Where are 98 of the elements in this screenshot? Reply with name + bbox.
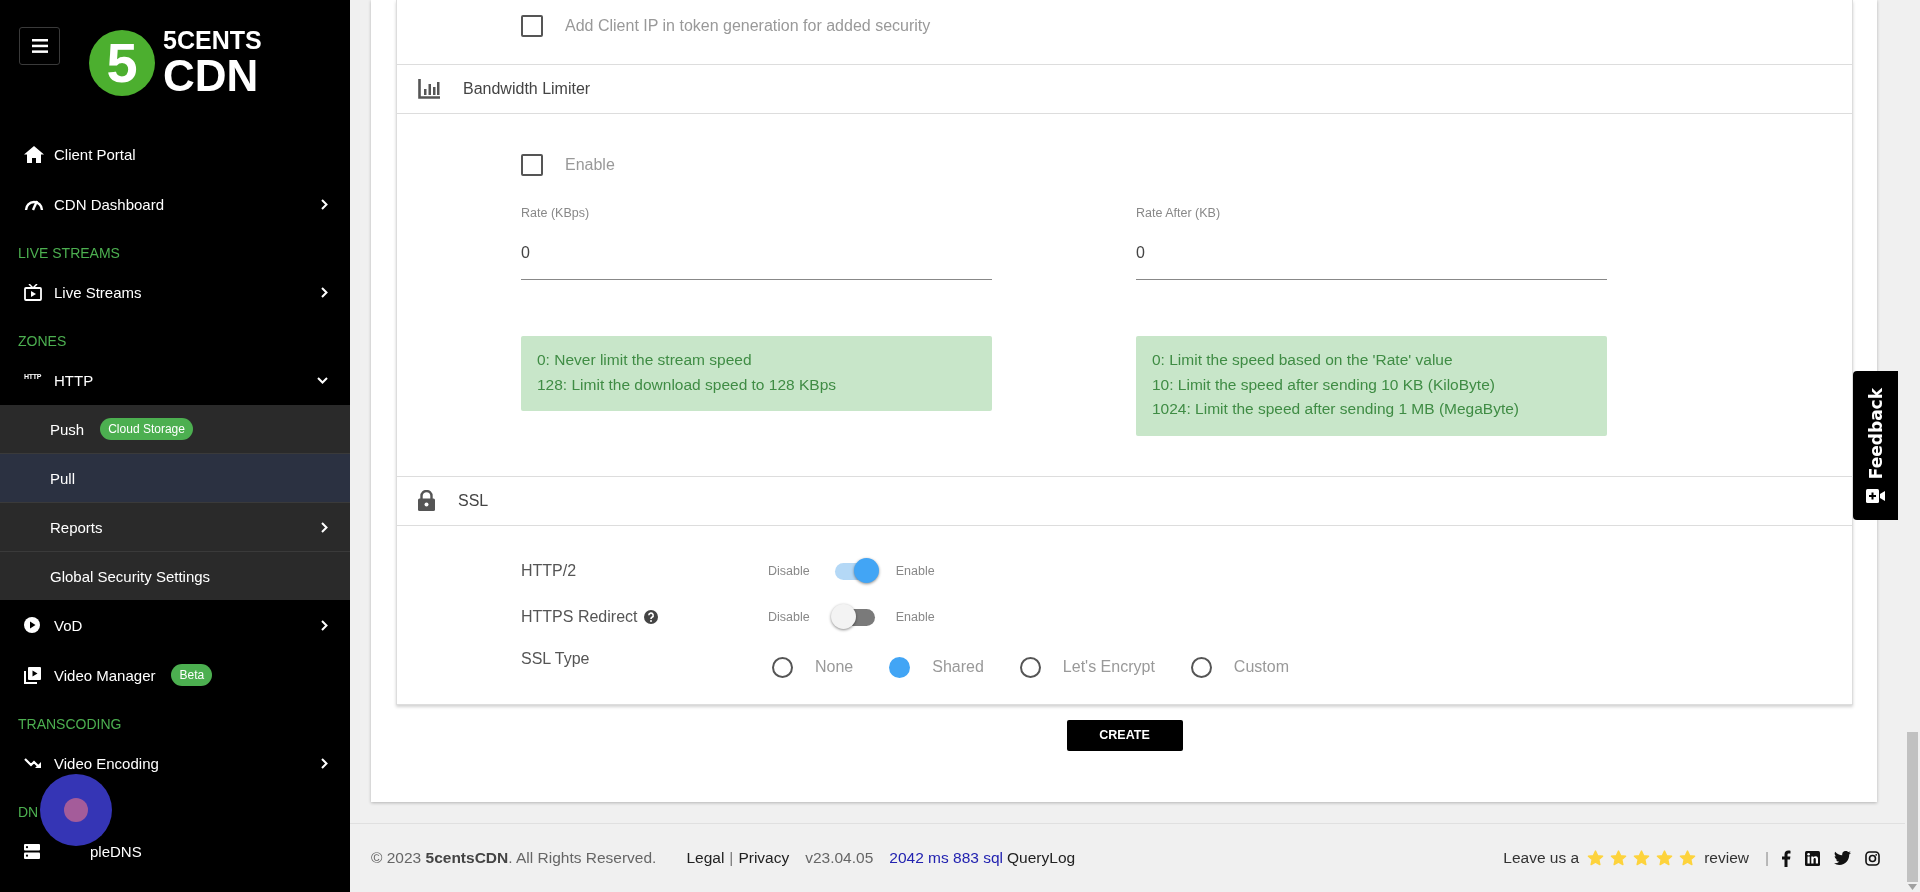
- nav-item[interactable]: Video Manager Beta: [0, 650, 350, 700]
- nav-label: Push: [50, 420, 85, 438]
- nav-item[interactable]: pleDNS: [0, 826, 350, 876]
- field-label: Rate After (KB): [1136, 206, 1222, 220]
- server-icon: [24, 843, 40, 859]
- nav-item[interactable]: Client Portal: [0, 129, 350, 179]
- nav-label: Global Security Settings: [50, 567, 211, 585]
- badge: Beta: [171, 664, 213, 686]
- star-rating[interactable]: [1587, 850, 1697, 866]
- nav-item[interactable]: Video Encoding: [0, 738, 350, 788]
- video-stack-icon: [24, 666, 42, 684]
- logo-text: CDN: [163, 54, 260, 98]
- chevron-right-icon: [321, 198, 328, 210]
- radio-button[interactable]: [1190, 656, 1212, 678]
- twitter-icon[interactable]: [1834, 851, 1851, 865]
- scrollbar-thumb[interactable]: [1907, 732, 1918, 882]
- radio-label: Shared: [932, 658, 984, 676]
- note-text: 1024: Limit the speed after sending 1 MB (MegaByte): [1152, 399, 1521, 419]
- create-button[interactable]: CREATE: [1066, 719, 1183, 751]
- checkbox-label: Enable: [565, 156, 615, 174]
- nav-label: Video Manager: [54, 666, 156, 684]
- version-text: v23.04.05: [805, 849, 874, 867]
- nav-label: HTTP: [54, 371, 94, 389]
- nav-item[interactable]: VoD: [0, 600, 350, 650]
- note-text: 128: Limit the download speed to 128 KBps: [537, 374, 837, 395]
- nav-label: Video Encoding: [54, 754, 159, 772]
- setting-label: HTTP/2: [521, 561, 577, 580]
- chevron-down-icon: [317, 376, 328, 384]
- toggle-label: Disable: [768, 609, 810, 624]
- star-icon: [1679, 850, 1697, 866]
- radio-button[interactable]: [1019, 656, 1041, 678]
- feedback-tab[interactable]: Feedback: [1853, 371, 1898, 520]
- toggle-label: Enable: [895, 609, 935, 624]
- facebook-icon[interactable]: [1781, 849, 1791, 867]
- star-icon: [1587, 850, 1605, 866]
- star-icon: [1610, 850, 1628, 866]
- chevron-right-icon: [321, 757, 328, 769]
- logo-text: 5CENTS: [163, 28, 262, 53]
- chevron-right-icon: [321, 619, 328, 631]
- logo-mark: 5: [89, 30, 155, 96]
- nav-label: VoD: [54, 616, 83, 634]
- nav-label: Pull: [50, 469, 75, 487]
- nav-label: CDN Dashboard: [54, 195, 165, 213]
- trend-down-icon: [24, 757, 42, 769]
- nav-label: pleDNS: [90, 842, 142, 860]
- section-label: LIVE STREAMS: [18, 244, 120, 263]
- home-icon: [24, 145, 44, 163]
- section-label: TRANSCODING: [18, 715, 122, 734]
- radio-button[interactable]: [889, 656, 911, 678]
- video-plus-icon: [1866, 489, 1885, 504]
- section-title: Bandwidth Limiter: [463, 80, 591, 98]
- nav-label: Live Streams: [54, 283, 142, 301]
- setting-label: HTTPS Redirect: [521, 607, 638, 626]
- nav-label: Client Portal: [54, 145, 136, 163]
- field-label: Rate (KBps): [521, 206, 591, 220]
- nav-label: Reports: [50, 518, 103, 536]
- toggle-label: Enable: [895, 563, 935, 578]
- play-icon: [24, 617, 40, 633]
- bar-chart-icon: [418, 79, 440, 99]
- submenu-item[interactable]: Pull: [0, 453, 350, 502]
- menu-icon: [31, 39, 48, 53]
- separator: |: [1764, 849, 1769, 867]
- note-text: 10: Limit the speed after sending 10 KB (KiloByte): [1152, 374, 1496, 395]
- section-label: ZONES: [18, 332, 67, 351]
- nav-item[interactable]: CDN Dashboard: [0, 179, 350, 229]
- timing-text: 2042 ms 883 sql: [889, 849, 1004, 866]
- setting-label: SSL Type: [521, 649, 590, 668]
- tv-icon: [24, 283, 42, 301]
- review-text: Leave us a: [1503, 849, 1580, 867]
- menu-button[interactable]: [19, 27, 60, 65]
- badge: Cloud Storage: [100, 418, 193, 440]
- review-text: review: [1704, 849, 1749, 867]
- copyright-text: © 2023 5centsCDN. All Rights Reserved.: [371, 849, 657, 867]
- instagram-icon[interactable]: [1865, 850, 1880, 866]
- linkedin-icon[interactable]: [1805, 850, 1820, 866]
- star-icon: [1633, 850, 1651, 866]
- footer-link[interactable]: Privacy: [738, 849, 790, 867]
- section-title: SSL: [458, 491, 489, 510]
- radio-label: None: [815, 658, 854, 676]
- note-text: 0: Limit the speed based on the 'Rate' value: [1152, 350, 1454, 370]
- query-log-link[interactable]: QueryLog: [1007, 849, 1076, 866]
- lock-icon: [418, 490, 435, 511]
- toggle-label: Disable: [768, 563, 810, 578]
- radio-label: Custom: [1233, 658, 1289, 676]
- nav-item[interactable]: Live Streams: [0, 267, 350, 317]
- note-text: 0: Never limit the stream speed: [537, 350, 753, 370]
- radio-button[interactable]: [772, 656, 793, 678]
- separator: |: [729, 849, 734, 867]
- radio-label: Let's Encrypt: [1062, 658, 1155, 676]
- star-icon: [1656, 850, 1674, 866]
- footer-link[interactable]: Legal: [686, 849, 725, 867]
- submenu-item[interactable]: Push Cloud Storage: [0, 405, 350, 453]
- checkbox-label: Add Client IP in token generation for added security: [565, 17, 931, 35]
- checkbox[interactable]: [521, 15, 543, 37]
- chevron-right-icon: [321, 286, 328, 298]
- section-label: DN: [18, 803, 39, 822]
- checkbox[interactable]: [521, 154, 543, 176]
- chevron-right-icon: [321, 521, 328, 533]
